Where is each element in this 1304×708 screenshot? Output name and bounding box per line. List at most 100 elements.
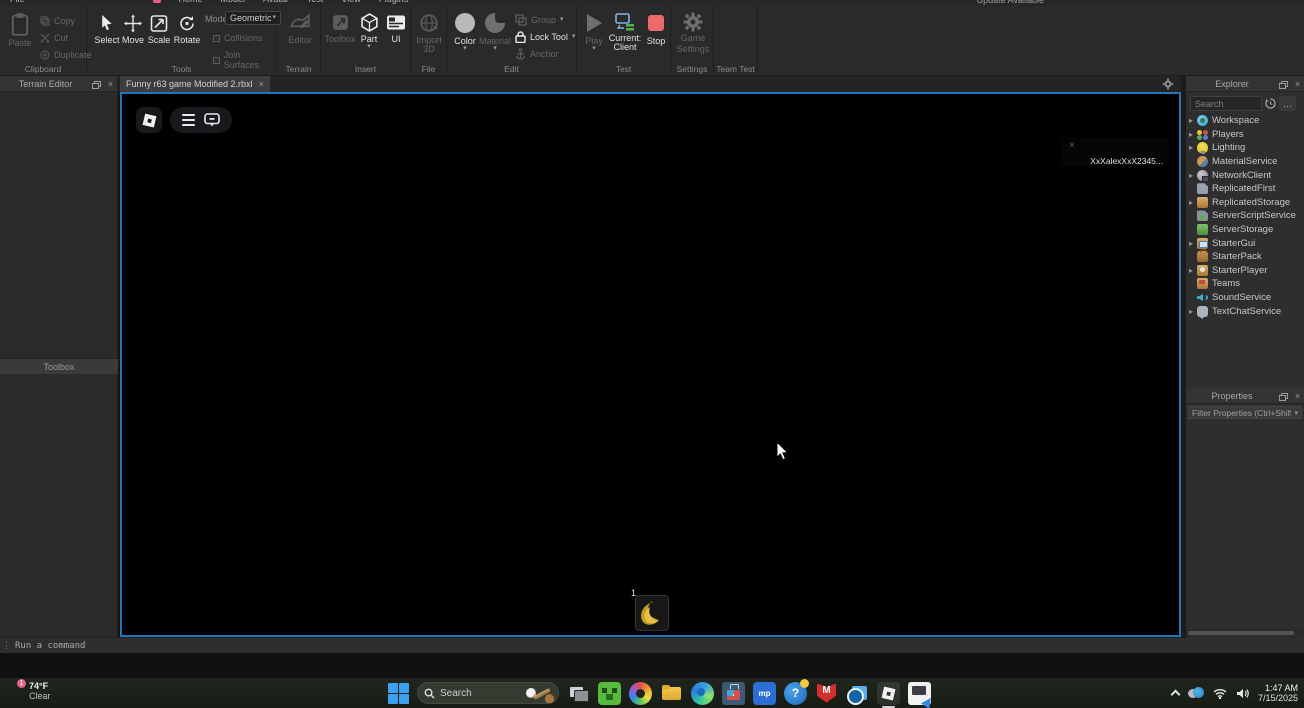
terrain-editor-button[interactable]: Editor — [286, 13, 314, 45]
menu-tab-test[interactable]: Test — [307, 0, 324, 4]
expand-arrow-icon[interactable]: ▸ — [1189, 198, 1197, 207]
lock-tool-button[interactable]: Lock Tool ▾ — [515, 31, 575, 43]
menu-tab-plugins[interactable]: Plugins — [379, 0, 409, 4]
expand-arrow-icon[interactable]: ▸ — [1189, 266, 1197, 275]
history-icon[interactable] — [1265, 98, 1276, 109]
weather-widget[interactable]: 1 74°F Clear — [6, 681, 51, 701]
explorer-item-teams[interactable]: Teams — [1186, 277, 1304, 291]
start-button[interactable] — [388, 683, 409, 704]
tray-chevron-up-icon[interactable] — [1171, 690, 1181, 700]
collisions-checkbox[interactable]: Collisions — [213, 33, 263, 43]
stop-button[interactable]: Stop — [643, 12, 669, 46]
part-button[interactable]: Part ▾ — [356, 13, 382, 50]
expand-arrow-icon[interactable]: ▸ — [1189, 130, 1197, 139]
update-available-label[interactable]: Update Available — [977, 0, 1044, 5]
menu-file[interactable]: File — [10, 0, 25, 4]
explorer-item-replicatedstorage[interactable]: ▸ReplicatedStorage — [1186, 196, 1304, 210]
group-button[interactable]: Group ▾ — [515, 14, 564, 26]
game-settings-button[interactable]: Game Settings — [677, 12, 709, 54]
explorer-item-serverscriptservice[interactable]: ServerScriptService — [1186, 209, 1304, 223]
hamburger-menu-icon[interactable] — [182, 114, 195, 126]
expand-arrow-icon[interactable]: ▸ — [1189, 171, 1197, 180]
explorer-item-materialservice[interactable]: MaterialService — [1186, 155, 1304, 169]
app-icon-microsoft-store[interactable] — [722, 682, 745, 705]
menu-tab-view[interactable]: View — [341, 0, 360, 4]
explorer-item-startergui[interactable]: ▸StarterGui — [1186, 236, 1304, 250]
scale-tool-button[interactable]: Scale — [146, 14, 172, 45]
app-icon-get-help[interactable]: ? — [784, 682, 807, 705]
menu-tab-avatar[interactable]: Avatar — [263, 0, 289, 4]
duplicate-button[interactable]: Duplicate — [40, 50, 92, 60]
explorer-item-players[interactable]: ▸Players — [1186, 128, 1304, 142]
material-button[interactable]: Material ▾ — [480, 12, 510, 52]
explorer-search-input[interactable] — [1190, 96, 1262, 111]
move-tool-button[interactable]: Move — [120, 14, 146, 45]
close-icon[interactable]: × — [1291, 390, 1304, 402]
taskbar-search[interactable] — [417, 682, 559, 704]
mode-dropdown[interactable]: Geometric ▾ — [225, 11, 281, 25]
app-icon-file-explorer[interactable] — [660, 682, 683, 705]
close-icon[interactable]: × — [104, 78, 117, 90]
rotate-tool-button[interactable]: Rotate — [172, 14, 202, 45]
color-button[interactable]: Color ▾ — [451, 12, 479, 52]
properties-filter[interactable]: ▾ — [1188, 406, 1302, 419]
anchor-button[interactable]: Anchor — [515, 48, 559, 60]
menu-tab-home[interactable]: Home — [179, 0, 203, 4]
explorer-item-networkclient[interactable]: ▸NetworkClient — [1186, 168, 1304, 182]
expand-arrow-icon[interactable]: ▸ — [1189, 116, 1197, 125]
viewport-settings-icon[interactable] — [1162, 78, 1174, 90]
expand-arrow-icon[interactable]: ▸ — [1189, 307, 1197, 316]
menu-tab-model[interactable]: Model — [221, 0, 246, 4]
copy-button[interactable]: Copy — [40, 16, 75, 26]
undock-icon[interactable] — [1278, 78, 1291, 90]
roblox-menu-button[interactable] — [136, 107, 162, 133]
properties-filter-input[interactable] — [1189, 408, 1294, 418]
explorer-item-serverstorage[interactable]: ServerStorage — [1186, 223, 1304, 237]
wifi-icon[interactable] — [1213, 688, 1227, 699]
undock-icon[interactable] — [1278, 390, 1291, 402]
explorer-more-button[interactable]: … — [1279, 96, 1296, 111]
explorer-item-textchatservice[interactable]: ▸TextChatService — [1186, 304, 1304, 318]
app-icon-roblox-studio-active[interactable] — [877, 682, 900, 705]
close-icon[interactable]: × — [1291, 78, 1304, 90]
expand-arrow-icon[interactable]: ▸ — [1189, 143, 1197, 152]
explorer-item-lighting[interactable]: ▸Lighting — [1186, 141, 1304, 155]
tab-close-icon[interactable]: × — [259, 79, 264, 89]
toolbox-button[interactable]: Toolbox — [325, 13, 355, 44]
import-3d-button[interactable]: Import 3D — [415, 13, 443, 54]
play-button[interactable]: Play ▾ — [581, 12, 607, 52]
select-tool-button[interactable]: Select — [94, 14, 120, 45]
paste-button[interactable]: Paste — [6, 12, 34, 48]
cut-button[interactable]: Cut — [40, 33, 68, 43]
app-icon-mcafee[interactable] — [815, 682, 838, 705]
app-icon-edge[interactable] — [691, 682, 714, 705]
app-icon-photos[interactable] — [629, 682, 652, 705]
tray-onedrive-icon[interactable] — [1188, 687, 1204, 699]
explorer-item-starterplayer[interactable]: ▸StarterPlayer — [1186, 264, 1304, 278]
app-icon-minecraft[interactable] — [598, 682, 621, 705]
explorer-item-replicatedfirst[interactable]: ReplicatedFirst — [1186, 182, 1304, 196]
task-view-button[interactable] — [567, 682, 590, 705]
document-tab[interactable]: Funny r63 game Modified 2.rbxl × — [120, 76, 270, 92]
command-bar[interactable]: ⋮ Run a command — [0, 637, 1304, 653]
search-input[interactable] — [440, 688, 520, 699]
undock-icon[interactable] — [91, 78, 104, 90]
record-icon[interactable] — [153, 0, 161, 3]
explorer-item-starterpack[interactable]: StarterPack — [1186, 250, 1304, 264]
volume-icon[interactable] — [1236, 688, 1249, 699]
expand-arrow-icon[interactable]: ▸ — [1189, 239, 1197, 248]
app-icon-mp[interactable]: mp — [753, 682, 776, 705]
app-icon-movies[interactable] — [908, 682, 931, 705]
ui-button[interactable]: UI — [383, 13, 409, 44]
explorer-item-soundservice[interactable]: SoundService — [1186, 291, 1304, 305]
scrollbar-thumb[interactable] — [1188, 631, 1294, 635]
game-viewport[interactable]: × XxXalexXxX2345... 1 — [120, 92, 1181, 637]
hotbar-slot[interactable] — [635, 595, 669, 631]
horizontal-scrollbar[interactable] — [1186, 629, 1304, 637]
taskbar-clock[interactable]: 1:47 AM 7/15/2025 — [1258, 683, 1298, 704]
chat-icon[interactable] — [204, 113, 220, 128]
toolbox-collapsed-bar[interactable]: Toolbox — [0, 358, 118, 374]
current-client-button[interactable]: Current: Client — [608, 12, 642, 52]
explorer-item-workspace[interactable]: ▸Workspace — [1186, 114, 1304, 128]
app-icon-outlook[interactable] — [846, 682, 869, 705]
